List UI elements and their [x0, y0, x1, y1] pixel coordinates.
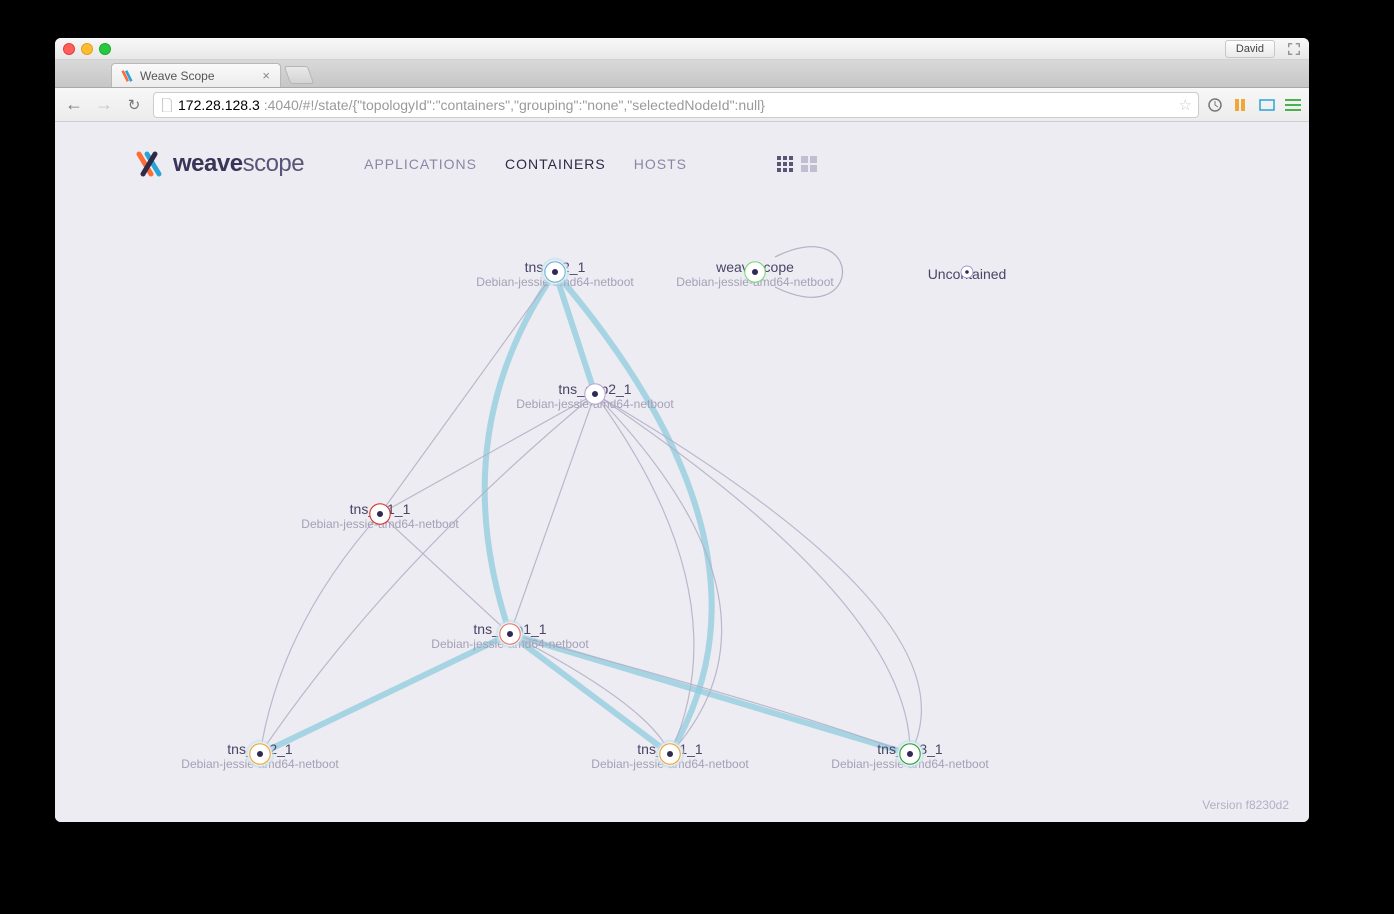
favicon-icon — [120, 69, 134, 83]
logo: weavescope — [135, 150, 304, 178]
new-tab-button[interactable] — [284, 66, 315, 84]
node-tns_db2_1[interactable]: tns_db2_1 Debian-jessie-amd64-netboot — [181, 737, 338, 771]
url-host: 172.28.128.3 — [178, 97, 260, 113]
grid-large-icon[interactable] — [801, 156, 817, 172]
minimize-window-button[interactable] — [81, 43, 93, 55]
node-tns_app2_1[interactable]: tns_app2_1 Debian-jessie-amd64-netboot — [516, 377, 673, 411]
nav-applications[interactable]: APPLICATIONS — [364, 156, 477, 172]
toolbar: ← → ↻ 172.28.128.3:4040/#!/state/{"topol… — [55, 88, 1309, 122]
menu-icon[interactable] — [1285, 99, 1301, 111]
traffic-lights — [63, 43, 111, 55]
logo-icon — [135, 150, 163, 178]
close-window-button[interactable] — [63, 43, 75, 55]
view-mode-switch — [777, 156, 817, 172]
nav-hosts[interactable]: HOSTS — [634, 156, 687, 172]
app-header: weavescope APPLICATIONS CONTAINERS HOSTS — [55, 122, 1309, 178]
tab-title: Weave Scope — [140, 69, 215, 83]
tabstrip: Weave Scope × — [55, 60, 1309, 88]
extension-icons — [1207, 97, 1301, 113]
bookmark-star-icon[interactable]: ☆ — [1179, 96, 1192, 114]
back-button[interactable]: ← — [63, 94, 85, 116]
reload-button[interactable]: ↻ — [123, 94, 145, 116]
nav-containers[interactable]: CONTAINERS — [505, 156, 606, 172]
node-tns_db3_1[interactable]: tns_db3_1 Debian-jessie-amd64-netboot — [831, 737, 988, 771]
forward-button[interactable]: → — [93, 94, 115, 116]
close-tab-icon[interactable]: × — [262, 68, 270, 83]
url-path: :4040/#!/state/{"topologyId":"containers… — [264, 97, 765, 113]
node-tns_lb1_1[interactable]: tns_lb1_1 Debian-jessie-amd64-netboot — [301, 497, 458, 531]
zoom-window-button[interactable] — [99, 43, 111, 55]
extension-icon[interactable] — [1233, 97, 1249, 113]
browser-tab[interactable]: Weave Scope × — [111, 63, 281, 87]
node-uncontained[interactable]: Uncontained — [928, 262, 1007, 282]
logo-text: weavescope — [173, 150, 304, 178]
url-bar[interactable]: 172.28.128.3:4040/#!/state/{"topologyId"… — [153, 92, 1199, 118]
topology-graph[interactable]: tns_lb2_1 Debian-jessie-amd64-netboot we… — [55, 202, 1309, 822]
node-tns_lb2_1[interactable]: tns_lb2_1 Debian-jessie-amd64-netboot — [476, 255, 633, 289]
browser-window: David Weave Scope × ← → ↻ 172.28.128.3:4… — [55, 38, 1309, 822]
app-content: weavescope APPLICATIONS CONTAINERS HOSTS — [55, 122, 1309, 822]
grid-small-icon[interactable] — [777, 156, 793, 172]
node-weavescope[interactable]: weavescope Debian-jessie-amd64-netboot — [676, 255, 833, 289]
page-icon — [160, 98, 174, 112]
node-tns_db1_1[interactable]: tns_db1_1 Debian-jessie-amd64-netboot — [591, 737, 748, 771]
graph-edges — [55, 202, 1309, 822]
top-nav: APPLICATIONS CONTAINERS HOSTS — [364, 156, 687, 172]
fullscreen-icon[interactable] — [1287, 42, 1301, 56]
extension-icon[interactable] — [1207, 97, 1223, 113]
version-label: Version f8230d2 — [1202, 798, 1289, 812]
node-tns_app1_1[interactable]: tns_app1_1 Debian-jessie-amd64-netboot — [431, 617, 588, 651]
extension-icon[interactable] — [1259, 97, 1275, 113]
profile-button[interactable]: David — [1225, 40, 1275, 58]
titlebar: David — [55, 38, 1309, 60]
